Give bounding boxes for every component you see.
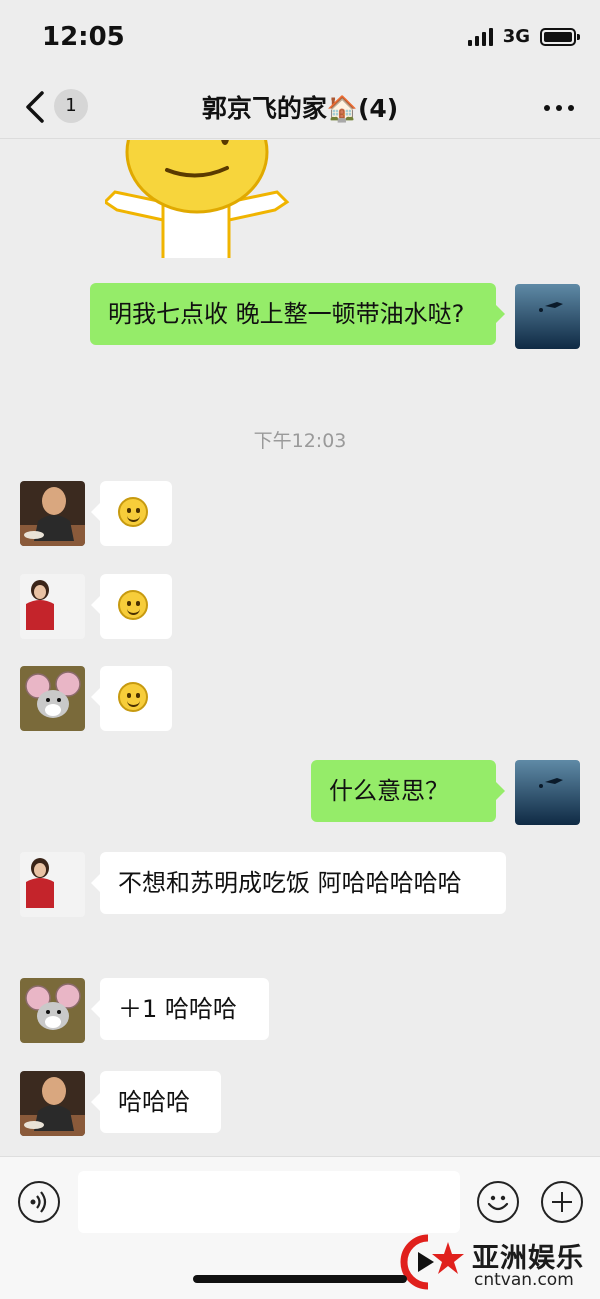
incoming-message-bubble[interactable]: 哈哈哈	[91, 1071, 221, 1133]
more-options-icon[interactable]	[544, 105, 574, 111]
chat-title: 郭京飞的家🏠(4)	[201, 94, 399, 123]
message-text: 哈哈哈	[118, 1088, 190, 1116]
outgoing-message-bubble[interactable]: 什么意思？	[311, 760, 505, 822]
voice-input-button[interactable]	[18, 1181, 60, 1223]
woman-red-coat-avatar-icon	[20, 574, 85, 639]
sender-avatar[interactable]	[20, 852, 85, 917]
emoji-picker-button[interactable]	[477, 1181, 519, 1223]
sender-avatar[interactable]	[20, 574, 85, 639]
cartoon-mouse-avatar-icon	[20, 666, 85, 731]
ocean-diver-avatar-icon	[515, 284, 580, 349]
more-actions-plus-button[interactable]	[541, 1181, 583, 1223]
incoming-message-bubble[interactable]: 不想和苏明成吃饭 阿哈哈哈哈哈	[91, 852, 506, 914]
ocean-diver-avatar-icon	[515, 760, 580, 825]
battery-icon	[540, 27, 580, 46]
cartoon-mouse-avatar-icon	[20, 978, 85, 1043]
shrug-emoji-sticker	[105, 140, 290, 258]
message-list[interactable]: 明我七点收 晚上整一顿带油水哒? 下午12:03 什么意思？ 不想和苏明成吃饭 …	[0, 140, 600, 1155]
outgoing-message-bubble[interactable]: 明我七点收 晚上整一顿带油水哒?	[90, 283, 505, 345]
chat-header: 1 郭京飞的家🏠(4)	[0, 75, 600, 139]
status-bar: 12:05 3G	[0, 0, 600, 75]
home-indicator[interactable]	[193, 1275, 407, 1283]
incoming-message-bubble[interactable]: ＋1 哈哈哈	[91, 978, 269, 1040]
status-time: 12:05	[42, 22, 125, 52]
my-avatar[interactable]	[515, 284, 580, 349]
smile-emoji-icon	[118, 497, 148, 527]
sender-avatar[interactable]	[20, 978, 85, 1043]
smiley-icon	[487, 1195, 509, 1211]
play-star-logo-icon	[400, 1234, 464, 1290]
message-text: 明我七点收 晚上整一顿带油水哒?	[108, 300, 465, 328]
sender-avatar[interactable]	[20, 1071, 85, 1136]
signal-icon	[467, 27, 493, 46]
voice-wave-icon	[30, 1191, 47, 1213]
network-type: 3G	[502, 26, 530, 47]
incoming-message-bubble[interactable]	[91, 574, 172, 639]
smile-emoji-icon	[118, 590, 148, 620]
my-avatar[interactable]	[515, 760, 580, 825]
incoming-message-bubble[interactable]	[91, 666, 172, 731]
site-watermark: 亚洲娱乐 cntvan.com	[398, 1232, 588, 1292]
sender-avatar[interactable]	[20, 666, 85, 731]
sender-avatar[interactable]	[20, 481, 85, 546]
message-text: 什么意思？	[329, 777, 449, 805]
woman-red-coat-avatar-icon	[20, 852, 85, 917]
watermark-domain: cntvan.com	[474, 1270, 574, 1290]
message-text-input[interactable]	[78, 1171, 460, 1233]
message-text: 不想和苏明成吃饭 阿哈哈哈哈哈	[118, 869, 462, 897]
message-text: ＋1 哈哈哈	[118, 995, 237, 1023]
man-dining-avatar-icon	[20, 481, 85, 546]
man-dining-avatar-icon	[20, 1071, 85, 1136]
status-indicators: 3G	[467, 26, 580, 47]
incoming-message-bubble[interactable]	[91, 481, 172, 546]
smile-emoji-icon	[118, 682, 148, 712]
message-timestamp: 下午12:03	[253, 430, 347, 452]
